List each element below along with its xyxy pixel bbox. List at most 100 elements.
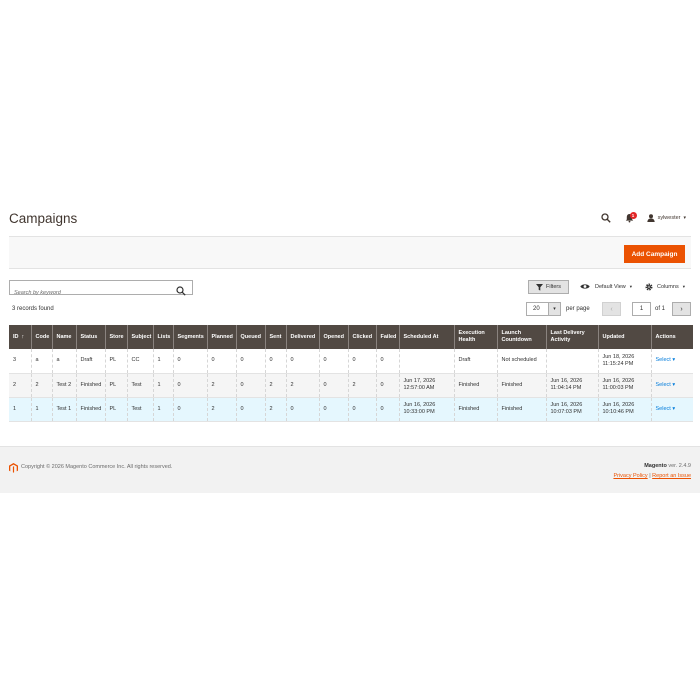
column-header-code[interactable]: Code <box>30 325 52 349</box>
column-header-planned[interactable]: Planned <box>206 325 236 349</box>
table-row[interactable]: 1 1 Test 1 Finished PL Test 1 0 2 0 2 0 … <box>9 397 693 422</box>
search-submit-button[interactable] <box>176 283 186 301</box>
privacy-policy-link[interactable]: Privacy Policy <box>613 473 647 479</box>
cell-updated: Jun 16, 2026 10:10:46 PM <box>597 397 651 422</box>
cell-code: 2 <box>30 373 52 398</box>
cell-scheduled-at: Jun 16, 2026 10:33:00 PM <box>398 397 454 422</box>
chevron-right-icon: › <box>680 305 683 313</box>
cell-last-delivery-activity: Jun 16, 2026 11:04:14 PM <box>545 373 598 398</box>
cell-segments: 0 <box>172 373 207 398</box>
column-header-status[interactable]: Status <box>75 325 105 349</box>
cell-failed: 0 <box>375 397 399 422</box>
per-page-select[interactable]: 20 ▾ <box>526 302 561 316</box>
column-header-name[interactable]: Name <box>51 325 76 349</box>
cell-queued: 0 <box>235 349 265 374</box>
previous-page-button[interactable]: ‹ <box>602 302 621 316</box>
filter-icon <box>536 283 543 291</box>
sort-arrow-icon: ↑ <box>21 333 25 340</box>
search-input[interactable] <box>10 286 170 300</box>
cell-lists: 1 <box>152 373 173 398</box>
cell-name: Test 2 <box>51 373 76 398</box>
view-switcher[interactable]: Default View ▾ <box>580 283 632 290</box>
cell-actions: Select ▾ <box>650 349 693 374</box>
gear-icon <box>645 283 653 291</box>
user-menu[interactable]: sylwester ▾ <box>646 214 686 222</box>
cell-segments: 0 <box>172 349 207 374</box>
row-actions-select[interactable]: Select ▾ <box>656 406 676 412</box>
next-page-button[interactable]: › <box>672 302 691 316</box>
cell-last-delivery-activity <box>545 349 598 374</box>
row-actions-select[interactable]: Select ▾ <box>656 382 676 388</box>
add-campaign-button[interactable]: Add Campaign <box>624 245 685 263</box>
search-icon <box>600 213 611 223</box>
cell-queued: 0 <box>235 397 265 422</box>
cell-updated: Jun 18, 2026 11:15:24 PM <box>597 349 651 374</box>
cell-clicked: 2 <box>347 373 376 398</box>
cell-failed: 0 <box>375 373 399 398</box>
page-title: Campaigns <box>9 211 78 226</box>
column-header-failed[interactable]: Failed <box>375 325 399 349</box>
keyword-search <box>9 280 193 300</box>
cell-last-delivery-activity: Jun 16, 2026 10:07:03 PM <box>545 397 598 422</box>
column-header-id[interactable]: ID ↑ <box>9 325 31 349</box>
table-row[interactable]: 3 a a Draft PL CC 1 0 0 0 0 0 0 0 0 Draf… <box>9 349 693 374</box>
table-row[interactable]: 2 2 Test 2 Finished PL Test 1 0 2 0 2 2 … <box>9 373 693 398</box>
cell-scheduled-at <box>398 349 454 374</box>
cell-id: 2 <box>9 373 31 398</box>
column-header-segments[interactable]: Segments <box>172 325 207 349</box>
chevron-down-icon: ▾ <box>672 357 676 364</box>
pagination: 20 ▾ per page ‹ 1 of 1 › <box>0 302 700 318</box>
chevron-down-icon: ▾ <box>672 405 676 412</box>
column-header-clicked[interactable]: Clicked <box>347 325 376 349</box>
page-count-label: of 1 <box>655 306 666 312</box>
cell-clicked: 0 <box>347 397 376 422</box>
cell-id: 1 <box>9 397 31 422</box>
user-icon <box>646 214 655 222</box>
filters-button[interactable]: Filters <box>528 280 569 294</box>
global-search-button[interactable] <box>600 213 611 223</box>
cell-opened: 0 <box>318 397 348 422</box>
column-header-delivered[interactable]: Delivered <box>285 325 319 349</box>
page-number-input[interactable]: 1 <box>632 302 651 316</box>
chevron-down-icon: ▾ <box>548 303 560 315</box>
page-actions-bar: Add Campaign <box>9 236 691 269</box>
cell-name: Test 1 <box>51 397 76 422</box>
column-header-store[interactable]: Store <box>104 325 127 349</box>
notifications-button[interactable]: 1 <box>625 212 637 223</box>
page-footer: Copyright © 2026 Magento Commerce Inc. A… <box>0 446 700 493</box>
chevron-down-icon: ▾ <box>629 283 633 289</box>
cell-launch-countdown: Finished <box>496 373 546 398</box>
column-header-lists[interactable]: Lists <box>152 325 173 349</box>
magento-logo-icon <box>9 463 18 473</box>
cell-subject: Test <box>126 397 153 422</box>
per-page-value: 20 <box>533 306 540 312</box>
column-header-queued[interactable]: Queued <box>235 325 265 349</box>
chevron-left-icon: ‹ <box>610 305 613 313</box>
column-header-subject[interactable]: Subject <box>126 325 153 349</box>
columns-label: Columns <box>657 284 679 290</box>
column-header-execution-health[interactable]: Execution Health <box>453 325 497 349</box>
columns-switcher[interactable]: Columns ▾ <box>645 283 685 291</box>
cell-opened: 0 <box>318 373 348 398</box>
column-header-opened[interactable]: Opened <box>318 325 348 349</box>
cell-scheduled-at: Jun 17, 2026 12:57:00 AM <box>398 373 454 398</box>
copyright-text: Copyright © 2026 Magento Commerce Inc. A… <box>21 464 173 470</box>
column-header-sent[interactable]: Sent <box>264 325 286 349</box>
cell-store: PL <box>104 373 127 398</box>
cell-failed: 0 <box>375 349 399 374</box>
column-header-scheduled-at[interactable]: Scheduled At <box>398 325 454 349</box>
column-header-last-delivery-activity[interactable]: Last Delivery Activity <box>545 325 598 349</box>
cell-status: Draft <box>75 349 105 374</box>
row-actions-select[interactable]: Select ▾ <box>656 357 676 363</box>
column-header-updated[interactable]: Updated <box>597 325 651 349</box>
report-issue-link[interactable]: Report an Issue <box>652 473 691 479</box>
cell-store: PL <box>104 397 127 422</box>
cell-delivered: 0 <box>285 397 319 422</box>
search-icon <box>176 286 186 296</box>
cell-store: PL <box>104 349 127 374</box>
chevron-down-icon: ▾ <box>682 284 685 289</box>
cell-sent: 2 <box>264 397 286 422</box>
column-header-launch-countdown[interactable]: Launch Countdown <box>496 325 546 349</box>
version-info: Magento ver. 2.4.9 <box>644 463 691 469</box>
cell-subject: CC <box>126 349 153 374</box>
